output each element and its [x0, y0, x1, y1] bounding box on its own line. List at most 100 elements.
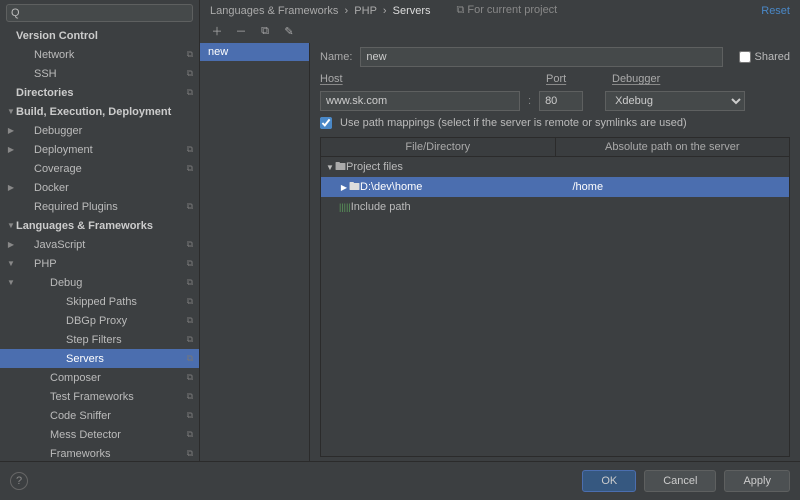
crumb-root[interactable]: Languages & Frameworks: [210, 5, 338, 17]
search-input[interactable]: [6, 4, 193, 22]
project-scope-icon: ⧉: [187, 201, 193, 212]
project-scope-icon: ⧉: [187, 410, 193, 421]
table-row[interactable]: 🖿 D:\dev\home /home: [321, 177, 789, 197]
tree-label: Deployment: [16, 144, 193, 156]
sidebar-item-dbgp-proxy[interactable]: DBGp Proxy⧉: [0, 311, 199, 330]
col-absolute-path[interactable]: Absolute path on the server: [556, 138, 790, 156]
ok-button[interactable]: OK: [582, 470, 636, 492]
sidebar-item-debug[interactable]: Debug⧉: [0, 273, 199, 292]
tree-label: Docker: [16, 182, 193, 194]
sidebar-item-languages-frameworks[interactable]: Languages & Frameworks: [0, 216, 199, 235]
col-file-directory[interactable]: File/Directory: [321, 138, 556, 156]
reset-link[interactable]: Reset: [761, 5, 790, 17]
debugger-select[interactable]: Xdebug: [605, 91, 745, 111]
port-label: Port: [546, 73, 590, 85]
project-scope-icon: ⧉: [187, 353, 193, 364]
include-path-label: Include path: [351, 201, 785, 213]
project-scope-icon: ⧉: [187, 258, 193, 269]
shared-checkbox[interactable]: [739, 51, 751, 63]
host-input[interactable]: [320, 91, 520, 111]
project-scope-icon: ⧉: [187, 144, 193, 155]
sidebar-item-php[interactable]: PHP⧉: [0, 254, 199, 273]
chevron-down-icon[interactable]: [6, 221, 16, 230]
import-button[interactable]: ✎: [282, 25, 296, 38]
name-input[interactable]: [360, 47, 722, 67]
chevron-right-icon[interactable]: [6, 183, 16, 192]
sidebar-item-code-sniffer[interactable]: Code Sniffer⧉: [0, 406, 199, 425]
remove-button[interactable]: －: [234, 23, 248, 39]
project-scope-icon: ⧉: [187, 49, 193, 60]
project-scope-icon: ⧉: [187, 296, 193, 307]
port-input[interactable]: [539, 91, 583, 111]
tree-label: Test Frameworks: [16, 391, 193, 403]
mappings-checkbox[interactable]: [320, 117, 332, 129]
sidebar-item-coverage[interactable]: Coverage⧉: [0, 159, 199, 178]
apply-button[interactable]: Apply: [724, 470, 790, 492]
shared-label: Shared: [755, 51, 790, 63]
sidebar-item-required-plugins[interactable]: Required Plugins⧉: [0, 197, 199, 216]
search-box: [6, 4, 193, 22]
sidebar-item-frameworks[interactable]: Frameworks⧉: [0, 444, 199, 461]
sidebar-item-javascript[interactable]: JavaScript⧉: [0, 235, 199, 254]
crumb-mid[interactable]: PHP: [354, 5, 376, 17]
mappings-label: Use path mappings (select if the server …: [340, 117, 687, 129]
sidebar-item-step-filters[interactable]: Step Filters⧉: [0, 330, 199, 349]
debugger-label: Debugger: [612, 73, 712, 85]
server-item-new[interactable]: new: [200, 43, 309, 61]
sidebar-item-version-control[interactable]: Version Control: [0, 26, 199, 45]
sidebar-item-debugger[interactable]: Debugger: [0, 121, 199, 140]
tree-label: Mess Detector: [16, 429, 193, 441]
shared-checkbox-wrap: Shared: [739, 51, 790, 63]
chevron-down-icon[interactable]: [6, 259, 16, 268]
sidebar-item-test-frameworks[interactable]: Test Frameworks⧉: [0, 387, 199, 406]
tree-label: Frameworks: [16, 448, 193, 460]
sidebar-item-build-execution-deployment[interactable]: Build, Execution, Deployment: [0, 102, 199, 121]
copy-button[interactable]: ⧉: [258, 25, 272, 38]
sidebar-item-skipped-paths[interactable]: Skipped Paths⧉: [0, 292, 199, 311]
server-form: Name: Shared Host Port Debugger :: [310, 43, 800, 461]
chevron-right-icon[interactable]: [6, 126, 16, 135]
project-scope-icon: ⧉: [187, 391, 193, 402]
remote-path[interactable]: /home: [573, 181, 786, 193]
sidebar-item-composer[interactable]: Composer⧉: [0, 368, 199, 387]
chevron-right-icon[interactable]: [6, 145, 16, 154]
sidebar-item-mess-detector[interactable]: Mess Detector⧉: [0, 425, 199, 444]
chevron-down-icon[interactable]: [6, 107, 16, 116]
sidebar-item-deployment[interactable]: Deployment⧉: [0, 140, 199, 159]
mappings-table: File/Directory Absolute path on the serv…: [320, 137, 790, 457]
project-scope-icon: ⧉: [187, 87, 193, 98]
sidebar-item-docker[interactable]: Docker: [0, 178, 199, 197]
project-files-label: Project files: [346, 161, 785, 173]
tree-label: Debugger: [16, 125, 193, 137]
folder-icon: 🖿: [335, 158, 346, 177]
tree-label: Composer: [16, 372, 193, 384]
tree-label: Code Sniffer: [16, 410, 193, 422]
chevron-right-icon[interactable]: [339, 183, 349, 192]
server-toolbar: ＋ － ⧉ ✎: [200, 21, 800, 43]
tree-label: JavaScript: [16, 239, 193, 251]
tree-label: Network: [16, 49, 193, 61]
server-list[interactable]: new: [200, 43, 310, 461]
sidebar-item-servers[interactable]: Servers⧉: [0, 349, 199, 368]
add-button[interactable]: ＋: [210, 23, 224, 39]
help-button[interactable]: ?: [10, 472, 28, 490]
sidebar-item-network[interactable]: Network⧉: [0, 45, 199, 64]
crumb-leaf: Servers: [393, 5, 431, 17]
chevron-down-icon[interactable]: [6, 278, 16, 287]
table-row[interactable]: 🖿 Project files: [321, 157, 789, 177]
settings-tree[interactable]: Version ControlNetwork⧉SSH⧉Directories⧉B…: [0, 26, 199, 461]
scope-label: ⧉For current project: [457, 4, 558, 17]
sidebar-item-directories[interactable]: Directories⧉: [0, 83, 199, 102]
tree-label: Directories: [16, 87, 193, 99]
table-row[interactable]: ||||| Include path: [321, 197, 789, 217]
chevron-down-icon[interactable]: [325, 163, 335, 172]
tree-label: Version Control: [16, 30, 193, 42]
project-scope-icon: ⧉: [187, 372, 193, 383]
chevron-right-icon[interactable]: [6, 240, 16, 249]
cancel-button[interactable]: Cancel: [644, 470, 716, 492]
project-scope-icon: ⧉: [187, 315, 193, 326]
sidebar-item-ssh[interactable]: SSH⧉: [0, 64, 199, 83]
breadcrumb-bar: Languages & Frameworks › PHP › Servers ⧉…: [200, 0, 800, 21]
folder-icon: 🖿: [349, 178, 360, 197]
tree-label: Build, Execution, Deployment: [16, 106, 193, 118]
